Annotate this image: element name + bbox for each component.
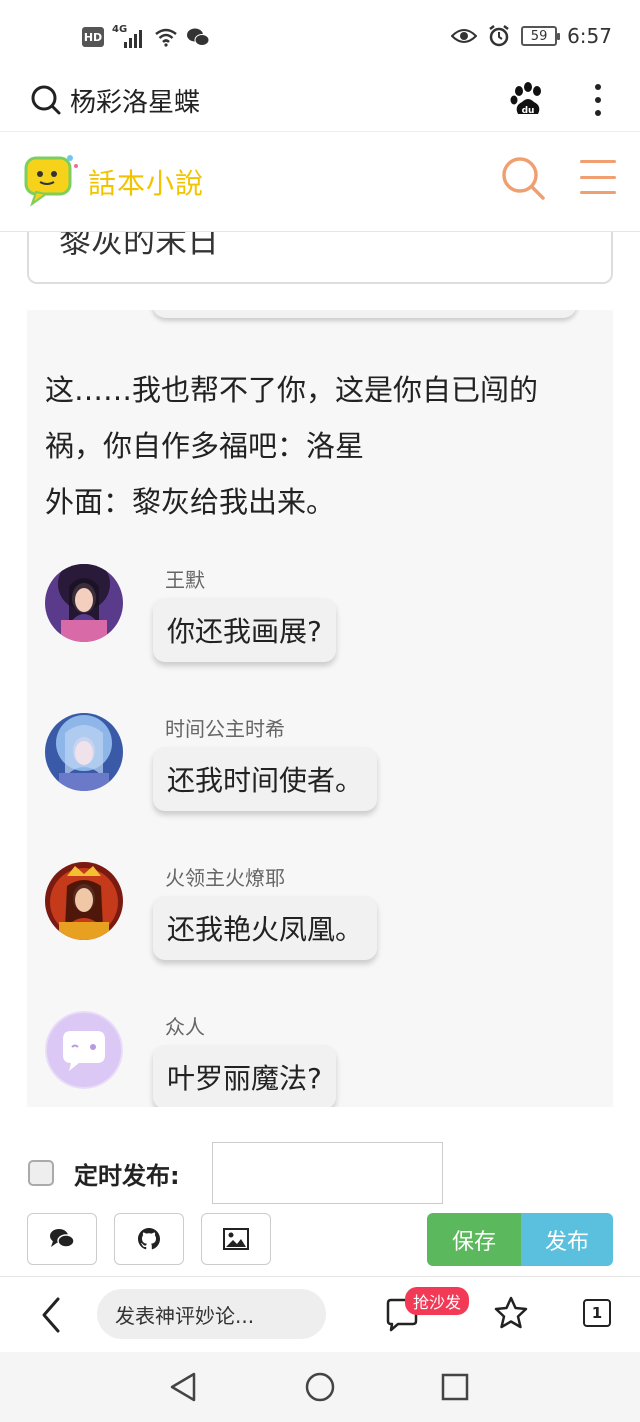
schedule-time-input[interactable] [212, 1142, 443, 1204]
chat-message: 时间公主时希 还我时间使者。 [45, 713, 605, 843]
avatar [45, 713, 123, 791]
hd-icon: HD [82, 27, 104, 47]
back-icon[interactable] [36, 1295, 66, 1335]
save-button[interactable]: 保存 [427, 1213, 521, 1266]
schedule-label: 定时发布: [74, 1162, 180, 1190]
sofa-badge[interactable]: 抢沙发 [405, 1287, 470, 1315]
article-title[interactable]: 黎灰的末日 [59, 232, 219, 262]
comment-input[interactable]: 发表神评妙论... [97, 1289, 326, 1339]
nav-home-icon[interactable] [304, 1371, 336, 1403]
article-content: 黎灰的末日 这……我也帮不了你，这是你自已闯的 祸，你自作多福吧：洛星 外面：黎… [0, 232, 640, 1107]
narration: 这……我也帮不了你，这是你自已闯的 祸，你自作多福吧：洛星 外面：黎灰给我出来。 [45, 362, 605, 530]
eye-icon [451, 29, 478, 43]
message-bubble: 叶罗丽魔法? [153, 1045, 336, 1107]
star-icon[interactable] [493, 1295, 529, 1331]
menu-icon[interactable] [580, 160, 616, 194]
battery-icon: 59 [521, 26, 561, 46]
chat-button[interactable] [27, 1213, 97, 1265]
status-bar: HD 4G 59 6:57 [0, 0, 640, 70]
signal-icon: 4G [112, 24, 146, 48]
system-nav-bar [0, 1352, 640, 1422]
avatar [45, 1011, 123, 1089]
browser-search-bar[interactable]: 杨彩洛星蝶 du [0, 70, 640, 132]
schedule-row: 定时发布: [0, 1140, 640, 1210]
chat-panel: 这……我也帮不了你，这是你自已闯的 祸，你自作多福吧：洛星 外面：黎灰给我出来。 [27, 310, 613, 1107]
wechat-icon [187, 28, 210, 46]
chat-message: 王默 你还我画展? [45, 564, 605, 694]
logo-text: 話本小說 [88, 167, 205, 200]
sender-name: 众人 [165, 1015, 205, 1039]
sender-name: 火领主火燎耶 [165, 866, 285, 890]
svg-text:du: du [522, 106, 535, 116]
sender-name: 王默 [165, 568, 205, 592]
message-bubble: 还我艳火凤凰。 [153, 896, 378, 960]
logo-icon [24, 155, 78, 207]
narration-line: 外面：黎灰给我出来。 [45, 485, 336, 519]
previous-bubble [152, 310, 577, 318]
chat-message: 火领主火燎耶 还我艳火凤凰。 [45, 862, 605, 992]
wifi-icon [155, 28, 177, 47]
tabs-icon[interactable]: 1 [583, 1299, 611, 1327]
message-bubble: 还我时间使者。 [153, 747, 378, 811]
github-button[interactable] [114, 1213, 184, 1265]
nav-recents-icon[interactable] [440, 1372, 470, 1402]
publish-button[interactable]: 发布 [521, 1213, 613, 1266]
image-button[interactable] [201, 1213, 271, 1265]
site-search-icon[interactable] [500, 155, 546, 201]
message-bubble: 你还我画展? [153, 598, 336, 662]
status-right: 59 6:57 [451, 24, 612, 48]
alarm-icon [489, 25, 509, 47]
page: HD 4G 59 6:57 杨彩洛星蝶 du 話本小說 黎灰的末日 这……我也帮… [0, 0, 640, 1422]
sender-name: 时间公主时希 [165, 717, 285, 741]
clock: 6:57 [567, 24, 612, 48]
title-field[interactable]: 黎灰的末日 [27, 232, 613, 284]
chat-icon [50, 1229, 75, 1248]
baidu-icon[interactable]: du [510, 82, 546, 118]
image-icon [223, 1228, 249, 1250]
status-left: HD 4G [82, 24, 210, 48]
narration-line: 祸，你自作多福吧：洛星 [45, 429, 365, 463]
chat-message: 众人 叶罗丽魔法? [45, 1011, 605, 1107]
avatar [45, 564, 123, 642]
search-query[interactable]: 杨彩洛星蝶 [70, 82, 200, 119]
browser-bottom-bar: 发表神评妙论... 抢沙发 1 [0, 1276, 640, 1352]
search-icon[interactable] [30, 84, 62, 116]
editor-toolbar: 保存 发布 [0, 1213, 640, 1268]
github-icon [138, 1228, 160, 1250]
schedule-checkbox[interactable] [28, 1160, 54, 1186]
avatar [45, 862, 123, 940]
narration-line: 这……我也帮不了你，这是你自已闯的 [45, 373, 539, 407]
nav-back-icon[interactable] [168, 1371, 198, 1403]
more-vertical-icon[interactable] [590, 82, 606, 118]
